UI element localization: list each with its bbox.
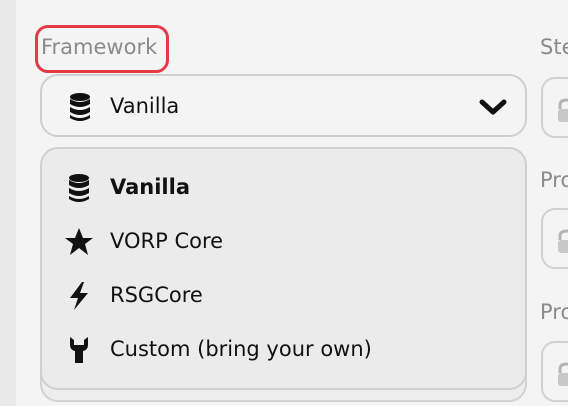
framework-select[interactable]: Vanilla bbox=[40, 74, 527, 137]
database-icon bbox=[69, 174, 89, 202]
label-highlight-box bbox=[35, 25, 169, 73]
star-icon bbox=[65, 228, 93, 255]
option-custom[interactable]: Custom (bring your own) bbox=[60, 333, 510, 367]
lightning-icon bbox=[70, 282, 88, 310]
option-vorp-core[interactable]: VORP Core bbox=[60, 225, 510, 259]
option-rsgcore[interactable]: RSGCore bbox=[60, 279, 510, 313]
lock-icon bbox=[558, 362, 568, 386]
option-label: Custom (bring your own) bbox=[110, 337, 372, 361]
chevron-down-icon bbox=[479, 99, 507, 115]
side-field-input[interactable] bbox=[541, 77, 568, 138]
framework-dropdown-menu: Vanilla VORP Core RSGCore Custom (bring … bbox=[40, 147, 527, 390]
side-field-input[interactable] bbox=[541, 341, 568, 402]
side-field-label: Ste bbox=[540, 35, 568, 59]
option-vanilla[interactable]: Vanilla bbox=[60, 171, 510, 205]
option-label: VORP Core bbox=[110, 229, 224, 253]
left-gutter bbox=[0, 0, 16, 406]
option-label: RSGCore bbox=[110, 283, 203, 307]
option-label: Vanilla bbox=[110, 175, 190, 199]
wrench-icon bbox=[70, 337, 88, 363]
lock-icon bbox=[558, 229, 568, 253]
framework-select-value: Vanilla bbox=[110, 94, 180, 118]
database-icon bbox=[70, 93, 90, 121]
side-field-input[interactable] bbox=[541, 208, 568, 269]
lock-icon bbox=[558, 98, 568, 122]
side-field-label: Pro bbox=[540, 300, 568, 324]
side-field-label: Pro bbox=[540, 168, 568, 192]
